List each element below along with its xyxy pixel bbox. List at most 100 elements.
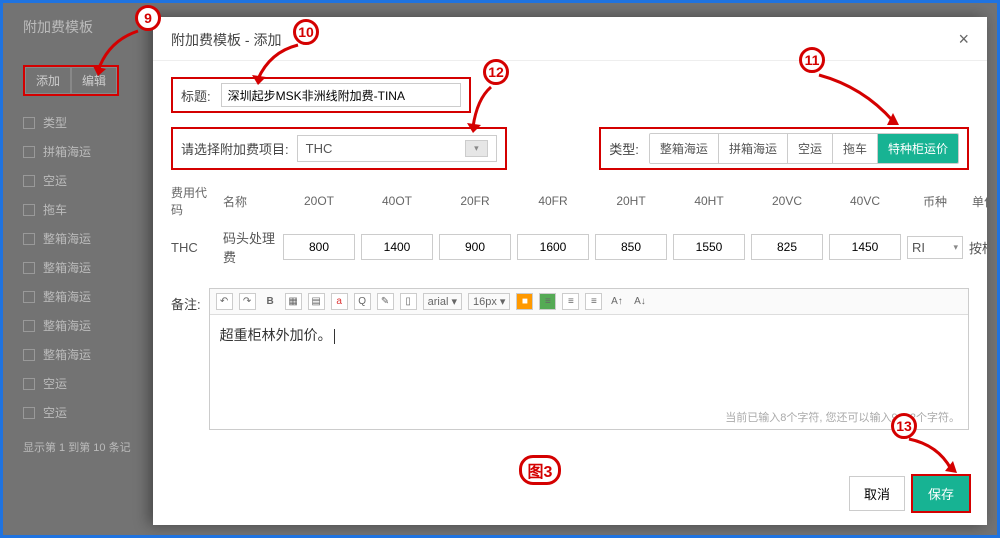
sidebar-item[interactable]: 整箱海运 xyxy=(23,230,143,247)
close-icon[interactable]: × xyxy=(958,29,969,50)
sidebar-item-label: 整箱海运 xyxy=(43,230,91,247)
checkbox[interactable] xyxy=(23,378,35,390)
eraser-icon[interactable]: ✎ xyxy=(377,293,394,310)
text-color-icon[interactable]: a xyxy=(331,293,348,310)
cell-code: THC xyxy=(171,240,217,255)
checkbox[interactable] xyxy=(23,407,35,419)
doc-icon[interactable]: ▯ xyxy=(400,293,417,310)
col-header: 费用代码 xyxy=(171,184,217,218)
editor-toolbar: ↶ ↷ B ▦ ▤ a Q ✎ ▯ arial ▾ 16px ▾ ■ ≡ ≡ xyxy=(210,289,968,315)
checkbox[interactable] xyxy=(23,291,35,303)
checkbox[interactable] xyxy=(23,175,35,187)
title-label: 标题: xyxy=(181,86,211,105)
fee-input-3[interactable] xyxy=(517,234,589,260)
align-center-icon[interactable]: ≡ xyxy=(562,293,579,310)
col-header: 40HT xyxy=(673,194,745,208)
sidebar-item[interactable]: 整箱海运 xyxy=(23,288,143,305)
sidebar-item[interactable]: 类型 xyxy=(23,114,143,131)
cancel-button[interactable]: 取消 xyxy=(849,476,905,511)
font-dec-icon[interactable]: A↓ xyxy=(631,293,648,310)
fee-input-1[interactable] xyxy=(361,234,433,260)
annotation-arrow-9 xyxy=(88,21,148,81)
align-left-icon[interactable]: ≡ xyxy=(539,293,556,310)
rich-text-editor: ↶ ↷ B ▦ ▤ a Q ✎ ▯ arial ▾ 16px ▾ ■ ≡ ≡ xyxy=(209,288,969,430)
fee-input-2[interactable] xyxy=(439,234,511,260)
fee-input-4[interactable] xyxy=(595,234,667,260)
type-btn-1[interactable]: 拼箱海运 xyxy=(719,134,788,163)
col-header: 单位 xyxy=(969,193,987,210)
editor-text: 超重柜林外加价。 xyxy=(220,327,332,343)
cell-unit: 按柜 xyxy=(969,238,987,257)
redo-icon[interactable]: ↷ xyxy=(239,293,256,310)
fee-table-header: 费用代码名称20OT40OT20FR40FR20HT40HT20VC40VC币种… xyxy=(171,184,969,218)
col-header: 20FR xyxy=(439,194,511,208)
type-btn-4[interactable]: 特种柜运价 xyxy=(878,134,958,163)
sidebar-item[interactable]: 整箱海运 xyxy=(23,317,143,334)
fee-input-0[interactable] xyxy=(283,234,355,260)
annotation-arrow-12 xyxy=(463,81,503,136)
type-btn-3[interactable]: 拖车 xyxy=(833,134,878,163)
checkbox[interactable] xyxy=(23,204,35,216)
sidebar-item-label: 整箱海运 xyxy=(43,288,91,305)
table-icon[interactable]: ▤ xyxy=(308,293,325,310)
fee-input-7[interactable] xyxy=(829,234,901,260)
sidebar-item-label: 空运 xyxy=(43,172,67,189)
sidebar-item-label: 拖车 xyxy=(43,201,67,218)
sidebar-item[interactable]: 空运 xyxy=(23,375,143,392)
sidebar-item[interactable]: 整箱海运 xyxy=(23,259,143,276)
sidebar-item-label: 拼箱海运 xyxy=(43,143,91,160)
col-header: 20VC xyxy=(751,194,823,208)
annotation-arrow-10 xyxy=(248,37,308,87)
checkbox[interactable] xyxy=(23,117,35,129)
checkbox[interactable] xyxy=(23,233,35,245)
highlight-icon[interactable]: ■ xyxy=(516,293,533,310)
sidebar-item[interactable]: 空运 xyxy=(23,172,143,189)
remark-label: 备注: xyxy=(171,288,201,430)
type-label: 类型: xyxy=(609,139,639,158)
sidebar-add-button[interactable]: 添加 xyxy=(25,67,71,94)
annotation-arrow-13 xyxy=(903,433,963,478)
font-family-select[interactable]: arial ▾ xyxy=(423,293,462,310)
sidebar-item[interactable]: 整箱海运 xyxy=(23,346,143,363)
checkbox[interactable] xyxy=(23,262,35,274)
bold-icon[interactable]: B xyxy=(262,293,279,310)
chevron-down-icon: ▾ xyxy=(465,140,488,157)
font-inc-icon[interactable]: A↑ xyxy=(608,293,625,310)
text-cursor xyxy=(334,329,335,344)
editor-counter: 当前已输入8个字符, 您还可以输入9992个字符。 xyxy=(210,405,968,429)
surcharge-select-group: 请选择附加费项目: THC ▾ xyxy=(171,127,507,170)
fee-input-6[interactable] xyxy=(751,234,823,260)
fee-table-row: THC码头处理费RI▾按柜🗑 xyxy=(171,228,969,266)
undo-icon[interactable]: ↶ xyxy=(216,293,233,310)
surcharge-select-value: THC xyxy=(306,141,333,156)
cell-name: 码头处理费 xyxy=(223,228,277,266)
col-header: 20OT xyxy=(283,194,355,208)
col-header: 40OT xyxy=(361,194,433,208)
sidebar-item[interactable]: 空运 xyxy=(23,404,143,421)
sidebar-item-label: 空运 xyxy=(43,375,67,392)
col-header: 币种 xyxy=(907,193,963,210)
sidebar-item[interactable]: 拼箱海运 xyxy=(23,143,143,160)
sidebar-item[interactable]: 拖车 xyxy=(23,201,143,218)
checkbox[interactable] xyxy=(23,320,35,332)
col-header: 40FR xyxy=(517,194,589,208)
sidebar-list: 类型拼箱海运空运拖车整箱海运整箱海运整箱海运整箱海运整箱海运空运空运 xyxy=(23,114,143,421)
type-btn-0[interactable]: 整箱海运 xyxy=(650,134,719,163)
image-icon[interactable]: ▦ xyxy=(285,293,302,310)
surcharge-select[interactable]: THC ▾ xyxy=(297,135,497,162)
font-size-select[interactable]: 16px ▾ xyxy=(468,293,510,310)
editor-content[interactable]: 超重柜林外加价。 xyxy=(210,315,968,405)
col-header: 40VC xyxy=(829,194,901,208)
checkbox[interactable] xyxy=(23,349,35,361)
annotation-figure-3: 图3 xyxy=(519,455,561,485)
align-right-icon[interactable]: ≡ xyxy=(585,293,602,310)
sidebar-item-label: 整箱海运 xyxy=(43,259,91,276)
col-header: 20HT xyxy=(595,194,667,208)
title-field-group: 标题: xyxy=(171,77,471,113)
type-btn-2[interactable]: 空运 xyxy=(788,134,833,163)
currency-select[interactable]: RI▾ xyxy=(907,236,963,259)
fee-input-5[interactable] xyxy=(673,234,745,260)
save-button[interactable]: 保存 xyxy=(913,476,969,511)
find-icon[interactable]: Q xyxy=(354,293,371,310)
checkbox[interactable] xyxy=(23,146,35,158)
